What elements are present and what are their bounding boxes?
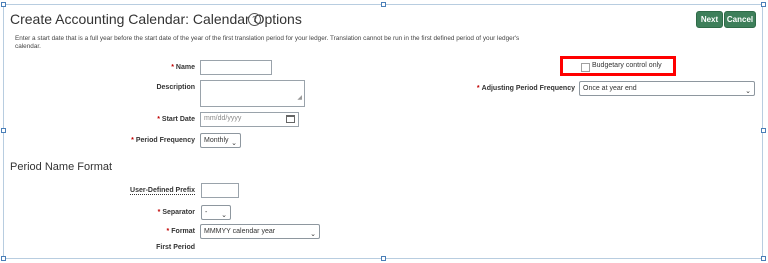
adjusting-frequency-select[interactable]: Once at year end ⌄ (579, 81, 755, 96)
format-label-text: Format (171, 228, 195, 235)
required-marker: * (131, 137, 134, 144)
cancel-button-label: Cancel (726, 15, 754, 24)
format-value: MMMYY calendar year (204, 228, 276, 235)
description-label-text: Description (156, 84, 195, 91)
chevron-down-icon: ⌄ (745, 88, 751, 95)
resize-handle-bottom[interactable] (381, 256, 386, 261)
name-label: * Name (171, 64, 195, 71)
budgetary-control-checkbox[interactable] (581, 63, 590, 72)
prefix-input[interactable] (201, 183, 239, 198)
description-label: Description (156, 84, 195, 91)
format-label: * Format (167, 228, 195, 235)
chevron-down-icon: ⌄ (231, 140, 237, 147)
separator-select[interactable]: - ⌄ (201, 205, 231, 220)
instructions-text: Enter a start date that is a full year b… (15, 35, 520, 50)
period-frequency-select[interactable]: Monthly ⌄ (200, 133, 241, 148)
chevron-down-icon: ⌄ (221, 212, 227, 219)
required-marker: * (157, 209, 161, 216)
format-select[interactable]: MMMYY calendar year ⌄ (200, 224, 320, 239)
resize-handle-top-right[interactable] (761, 2, 766, 7)
budgetary-control-label: Budgetary control only (592, 62, 662, 69)
resize-handle-top[interactable] (381, 2, 386, 7)
name-input[interactable] (200, 60, 272, 75)
resize-handle-top-left[interactable] (1, 2, 6, 7)
separator-label: * Separator (158, 209, 195, 216)
resize-handle-left[interactable] (1, 128, 6, 133)
description-textarea[interactable]: ◢ (200, 80, 305, 107)
name-label-text: Name (175, 64, 195, 71)
first-period-label: First Period (156, 244, 195, 251)
adjusting-frequency-label: * Adjusting Period Frequency (477, 85, 575, 92)
prefix-label-text: User-Defined Prefix (130, 187, 195, 194)
prefix-label: User-Defined Prefix (130, 187, 195, 195)
resize-handle-right[interactable] (761, 128, 766, 133)
required-marker: * (166, 228, 170, 235)
resize-handle-bottom-left[interactable] (1, 256, 6, 261)
next-button-label: Next (700, 15, 719, 24)
start-date-input[interactable]: mm/dd/yyyy (200, 112, 299, 127)
start-date-label-text: Start Date (161, 116, 195, 123)
first-period-label-text: First Period (156, 244, 195, 251)
period-frequency-label-text: Period Frequency (135, 137, 195, 144)
period-frequency-label: * Period Frequency (131, 137, 195, 144)
separator-value: - (205, 209, 208, 216)
start-date-placeholder: mm/dd/yyyy (204, 115, 242, 122)
chevron-down-icon: ⌄ (310, 231, 316, 238)
required-marker: * (157, 116, 160, 123)
adjusting-frequency-label-text: Adjusting Period Frequency (481, 85, 575, 92)
required-marker: * (476, 85, 480, 92)
required-marker: * (171, 64, 174, 71)
section-title: Period Name Format (10, 161, 113, 173)
start-date-label: * Start Date (157, 116, 195, 123)
next-button[interactable]: Next (696, 11, 723, 28)
separator-label-text: Separator (162, 209, 195, 216)
adjusting-frequency-value: Once at year end (583, 85, 637, 92)
calendar-icon[interactable] (286, 115, 295, 123)
resize-handle-bottom-right[interactable] (761, 256, 766, 261)
cancel-button[interactable]: Cancel (724, 11, 756, 28)
resize-grip-icon[interactable]: ◢ (297, 92, 302, 104)
period-frequency-value: Monthly (204, 137, 229, 144)
help-icon[interactable]: ? (248, 13, 261, 26)
